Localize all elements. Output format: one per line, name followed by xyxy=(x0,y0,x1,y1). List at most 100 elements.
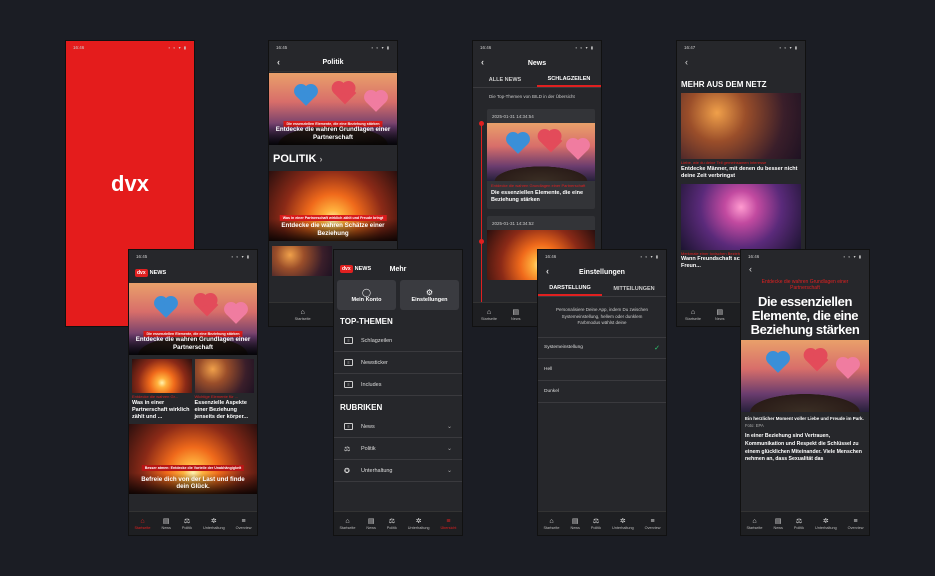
menu-item-newsticker[interactable]: ≡ Newsticker xyxy=(334,352,462,374)
card-title: Entdecke die wahren Schätze einer Bezieh… xyxy=(269,219,397,241)
nav-news[interactable]: ▤News xyxy=(773,518,783,530)
nav-home[interactable]: ⌂ Startseite xyxy=(295,309,311,321)
nav-unterhaltung[interactable]: ✲ Unterhaltung xyxy=(815,518,837,530)
screen-header: ‹ News xyxy=(473,54,601,72)
nav-politik[interactable]: ⚖ Politik xyxy=(182,518,192,530)
gavel-icon: ⚖ xyxy=(795,517,803,525)
nav-home[interactable]: ⌂ Startseite xyxy=(746,518,762,530)
back-arrow-icon[interactable]: ‹ xyxy=(685,57,688,67)
option-system[interactable]: Systemeinstellung ✓ xyxy=(538,336,666,359)
status-icons: ▪ ◐ ▾ ▮ xyxy=(843,254,862,259)
hero-article[interactable]: Die essenziellen Elemente, die eine Bezi… xyxy=(129,283,257,355)
logo-text: NEWS xyxy=(149,270,167,276)
home-icon: ⌂ xyxy=(486,308,492,316)
article-card[interactable]: Was in einer Partnerschaft wirklich zähl… xyxy=(269,171,397,241)
screen-header: ‹ xyxy=(677,54,805,72)
card-title: Was in einer Partnerschaft wirklich zähl… xyxy=(132,399,190,420)
menu-item-includes[interactable]: ≡ Includes xyxy=(334,374,462,396)
nav-unterhaltung[interactable]: ✲ Unterhaltung xyxy=(408,518,430,530)
status-time: 16:46 xyxy=(73,45,85,50)
home-icon: ⌂ xyxy=(690,308,696,316)
article-body: In einer Beziehung sind Vertrauen, Kommu… xyxy=(745,432,862,463)
menu-item-politik[interactable]: ⚖ Politik ⌄ xyxy=(334,438,462,460)
gavel-icon: ⚖ xyxy=(388,517,395,525)
nav-unterhaltung[interactable]: ✲ Unterhaltung xyxy=(203,518,225,530)
menu-item-news[interactable]: ≡ News ⌄ xyxy=(334,416,462,438)
feature-tag: Besser atmen: Entdecke die Vorteile der … xyxy=(141,465,245,472)
nav-home[interactable]: ⌂ Startseite xyxy=(685,309,701,321)
news-icon: ≡ xyxy=(344,337,353,344)
article-grid: Entdecke die wahren Gr... Was in einer P… xyxy=(129,355,257,420)
back-arrow-icon[interactable]: ‹ xyxy=(277,57,280,67)
option-dunkel[interactable]: Dunkel xyxy=(538,381,666,403)
bottom-nav: ⌂ Startseite ▤ News ⚖ Politik ✲ Unterhaltung… xyxy=(538,511,666,535)
menu-label: Schlagzeilen xyxy=(361,337,393,344)
nav-label: Overview xyxy=(644,525,661,530)
nav-news[interactable]: ▤News xyxy=(366,518,376,530)
nav-home[interactable]: ⌂ Startseite xyxy=(134,518,150,530)
hero-article[interactable]: Die essenziellen Elemente, die eine Bezi… xyxy=(269,73,397,145)
article-card[interactable]: Liebe, wie du deine Teil gemeinsamen Int… xyxy=(677,93,805,180)
nav-unterhaltung[interactable]: ✲ Unterhaltung xyxy=(612,518,634,530)
news-icon: ▤ xyxy=(162,517,170,525)
nav-overview[interactable]: ≡ Overview xyxy=(236,518,252,530)
nav-politik[interactable]: ⚖ Politik xyxy=(387,518,397,530)
option-hell[interactable]: Hell xyxy=(538,359,666,381)
my-account-button[interactable]: ◯ Mein Konto xyxy=(337,280,396,310)
timeline-card[interactable]: 2025-01-31 14:34:54 Entdecke die wahren … xyxy=(487,109,595,209)
nav-news[interactable]: ▤News xyxy=(570,518,580,530)
nav-overview[interactable]: ≡ Übersicht xyxy=(440,518,456,530)
nav-home[interactable]: ⌂ Startseite xyxy=(339,518,355,530)
nav-home[interactable]: ⌂ Startseite xyxy=(543,518,559,530)
menu-label: News xyxy=(361,423,375,430)
status-icons: ▪ ◐ ▾ ▮ xyxy=(168,45,187,50)
tab-alle-news[interactable]: ALLE NEWS xyxy=(473,72,537,87)
section-title: POLITIK xyxy=(273,153,317,165)
nav-overview[interactable]: ≡ Overview xyxy=(848,518,864,530)
menu-item-schlagzeilen[interactable]: ≡ Schlagzeilen xyxy=(334,330,462,352)
tab-mitteilungen[interactable]: MITTEILUNGEN xyxy=(602,281,666,296)
option-label: Hell xyxy=(544,366,553,372)
star-icon: ✪ xyxy=(344,467,350,475)
account-actions: ◯ Mein Konto ⚙ Einstellungen xyxy=(334,280,462,310)
heart-icon xyxy=(568,140,588,160)
app-logo[interactable]: dvx NEWS xyxy=(340,265,371,273)
feature-article[interactable]: Besser atmen: Entdecke die Vorteile der … xyxy=(129,424,257,495)
article-card[interactable]: Wichtige Elemente für ... Essenzielle As… xyxy=(194,359,254,420)
card-title: Essenzielle Aspekte einer Beziehung jens… xyxy=(194,399,249,420)
tab-schlagzeilen[interactable]: SCHLAGZEILEN xyxy=(537,72,601,87)
star-icon: ✲ xyxy=(415,517,422,525)
user-icon: ◯ xyxy=(362,287,371,297)
tab-darstellung[interactable]: DARSTELLUNG xyxy=(538,281,602,296)
star-icon: ✲ xyxy=(210,517,217,525)
article-screen: 16:46 ▪ ◐ ▾ ▮ ‹ Entdecke die wahren Grund… xyxy=(741,250,869,535)
heart-icon xyxy=(838,359,858,379)
hero-title: Entdecke die wahren Grundlagen einer Par… xyxy=(269,123,397,145)
menu-item-unterhaltung[interactable]: ✪ Unterhaltung ⌄ xyxy=(334,460,462,482)
status-time: 16:46 xyxy=(748,254,760,259)
back-arrow-icon[interactable]: ‹ xyxy=(546,266,549,276)
settings-button[interactable]: ⚙ Einstellungen xyxy=(400,280,459,310)
article-image xyxy=(681,183,801,250)
article-card[interactable]: Entdecke die wahren Gr... Was in einer P… xyxy=(132,359,192,420)
app-logo[interactable]: dvx NEWS xyxy=(135,269,166,277)
nav-home[interactable]: ⌂ Startseite xyxy=(481,309,497,321)
screen-title: Politik xyxy=(322,59,344,66)
back-arrow-icon[interactable]: ‹ xyxy=(481,57,484,67)
back-arrow-icon[interactable]: ‹ xyxy=(749,264,752,274)
menu-label: Newsticker xyxy=(361,359,388,366)
nav-label: Startseite xyxy=(746,525,763,530)
nav-overview[interactable]: ≡ Overview xyxy=(645,518,661,530)
nav-news[interactable]: ▤News xyxy=(511,309,521,321)
subtitle: Die Top-Themen von BILD in der Übersicht xyxy=(489,94,575,99)
nav-politik[interactable]: ⚖ Politik xyxy=(794,518,804,530)
tab-bar: ALLE NEWS SCHLAGZEILEN xyxy=(473,72,601,88)
nav-label: Startseite xyxy=(294,316,311,321)
nav-news[interactable]: ▤News xyxy=(161,518,171,530)
feature-title: Befreie dich von der Last und finde dein… xyxy=(129,472,257,495)
nav-news[interactable]: ▤News xyxy=(715,309,725,321)
section-header[interactable]: POLITIK › xyxy=(269,145,397,171)
nav-politik[interactable]: ⚖ Politik xyxy=(591,518,601,530)
heart-icon xyxy=(768,353,788,373)
nav-label: News xyxy=(161,525,171,530)
